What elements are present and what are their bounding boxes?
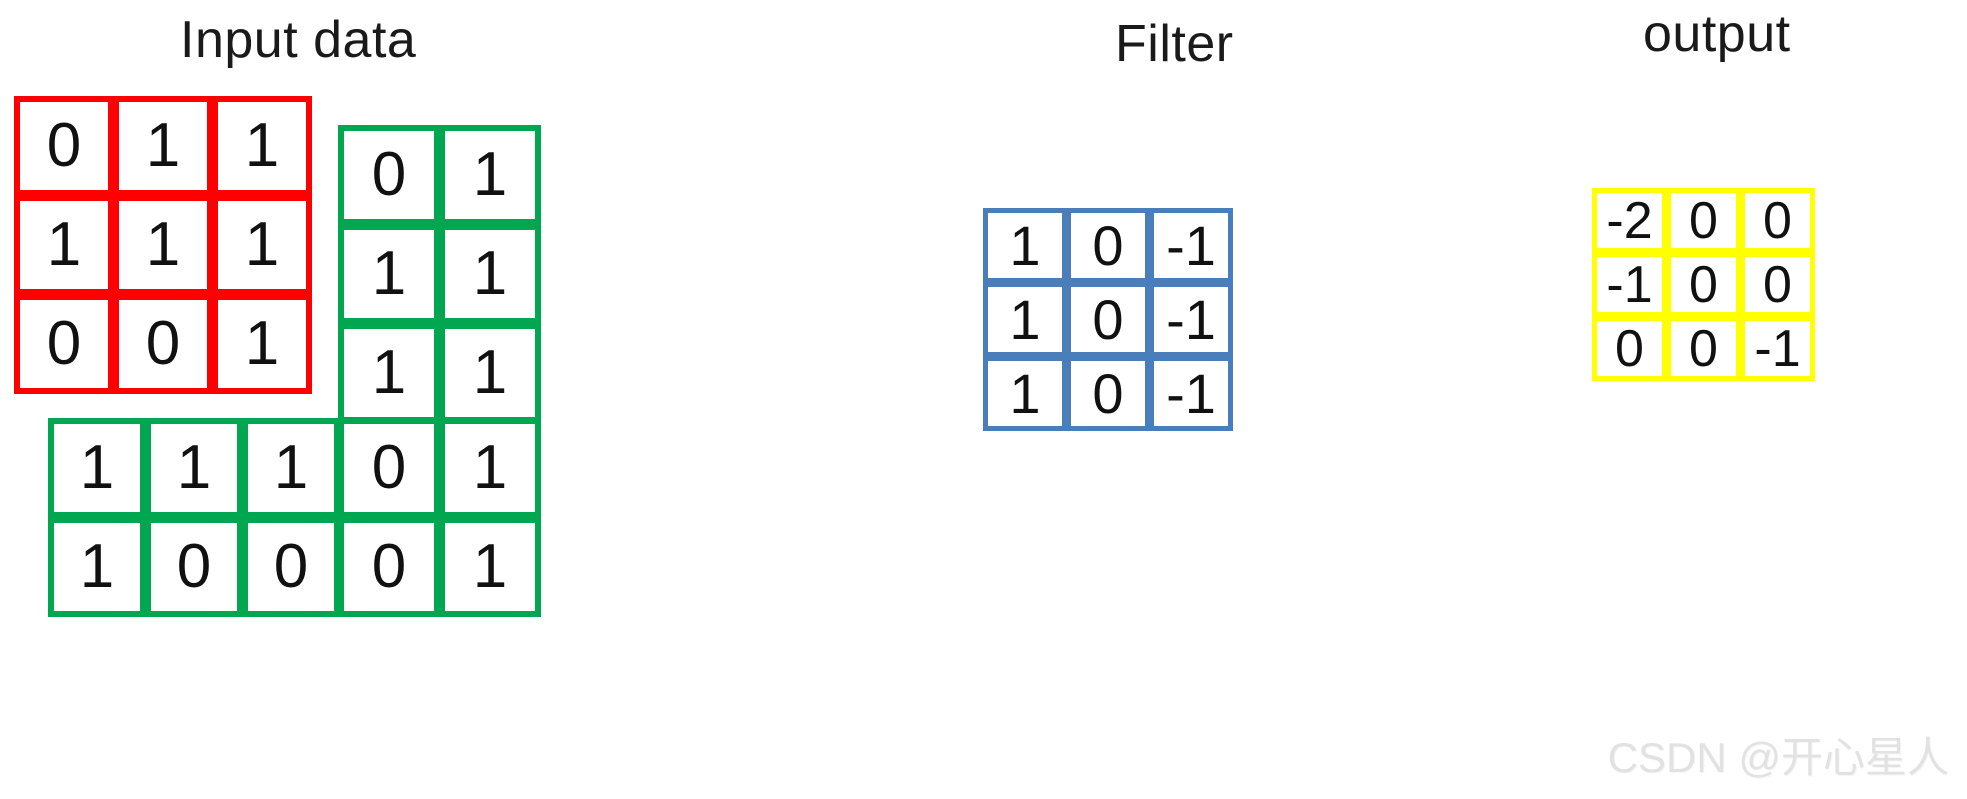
input-data-cell: 1: [48, 517, 146, 617]
input-data-cell: 1: [439, 224, 541, 324]
input-data-cell: 0: [14, 96, 114, 196]
input-data-cell: 0: [338, 418, 440, 518]
input-data-cell: 1: [439, 323, 541, 423]
input-data-cell: 1: [338, 224, 440, 324]
input-data-cell: 0: [14, 294, 114, 394]
input-data-cell: 1: [145, 418, 243, 518]
filter-cell: 0: [1066, 282, 1150, 357]
output-cell: 0: [1666, 316, 1741, 381]
output-title: output: [1643, 5, 1791, 63]
input-data-cell: 1: [212, 195, 312, 295]
input-data-cell: 1: [338, 323, 440, 423]
filter-title: Filter: [1115, 15, 1234, 73]
input-data-cell: 1: [439, 125, 541, 225]
output-cell: 0: [1666, 188, 1741, 253]
input-data-cell: 1: [212, 96, 312, 196]
input-data-cell: 1: [113, 195, 213, 295]
output-cell: 0: [1740, 188, 1815, 253]
output-cell: 0: [1666, 252, 1741, 317]
input-data-matrix: 0110111111001111110110001: [0, 0, 620, 799]
filter-cell: 1: [983, 356, 1067, 431]
input-data-cell: 0: [338, 517, 440, 617]
filter-cell: -1: [1149, 208, 1233, 283]
filter-cell: 1: [983, 208, 1067, 283]
filter-cell: -1: [1149, 282, 1233, 357]
filter-cell: 0: [1066, 356, 1150, 431]
filter-cell: 0: [1066, 208, 1150, 283]
input-data-cell: 1: [48, 418, 146, 518]
input-data-cell: 0: [145, 517, 243, 617]
input-data-cell: 1: [439, 517, 541, 617]
output-cell: 0: [1592, 316, 1667, 381]
output-cell: -1: [1592, 252, 1667, 317]
input-data-cell: 1: [113, 96, 213, 196]
output-cell: -2: [1592, 188, 1667, 253]
input-data-cell: 0: [242, 517, 340, 617]
input-data-cell: 1: [439, 418, 541, 518]
watermark: CSDN @开心星人: [1607, 734, 1949, 781]
input-data-cell: 0: [113, 294, 213, 394]
output-cell: 0: [1740, 252, 1815, 317]
input-data-cell: 1: [212, 294, 312, 394]
input-data-cell: 1: [14, 195, 114, 295]
output-cell: -1: [1740, 316, 1815, 381]
filter-cell: -1: [1149, 356, 1233, 431]
filter-cell: 1: [983, 282, 1067, 357]
input-data-cell: 0: [338, 125, 440, 225]
input-data-cell: 1: [242, 418, 340, 518]
